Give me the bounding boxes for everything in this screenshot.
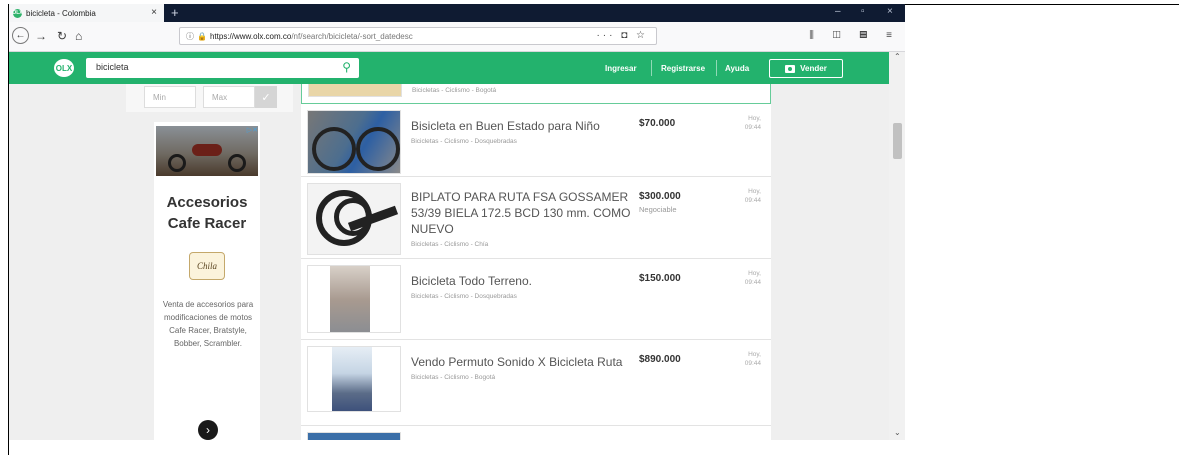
window-close-icon[interactable]: × <box>887 6 893 17</box>
search-input-value: bicicleta <box>96 62 129 72</box>
min-price-input[interactable]: Min <box>144 86 196 108</box>
ad-title-line1: Accesorios <box>166 194 248 211</box>
list-item[interactable]: Bisicleta en Buen Estado para Niño Bicic… <box>301 104 771 177</box>
list-item[interactable]: Bicicleta Todo Terreno. Bicicletas - Cic… <box>301 259 771 340</box>
listing-price: $300.000 <box>639 191 681 202</box>
listing-date: Hoy, 09:44 <box>744 270 761 286</box>
negotiable-label: Negociable <box>639 205 677 214</box>
reload-icon[interactable]: ↻ <box>57 29 67 43</box>
adchoices-icon[interactable]: ▷✕ <box>247 126 258 134</box>
ad-brand-logo: Chila <box>189 252 225 280</box>
listing-price: $150.000 <box>639 273 681 284</box>
listing-thumbnail[interactable] <box>307 432 401 440</box>
tab-title: bicicleta - Colombia <box>26 8 96 18</box>
tab-close-icon[interactable]: × <box>151 7 157 18</box>
search-input[interactable]: bicicleta ⚲ <box>86 58 359 78</box>
info-icon[interactable]: ⓘ <box>186 31 194 42</box>
ad-motorcycle-image <box>156 126 258 176</box>
listing-date: Hoy, 09:44 <box>744 351 761 367</box>
listing-thumbnail[interactable] <box>307 110 401 174</box>
list-item[interactable]: Vendo Permuto Sonido X Bicicleta Ruta Bi… <box>301 340 771 426</box>
listing-category: Bicicletas - Ciclismo - Dosquebradas <box>411 293 517 300</box>
page-border-line <box>905 4 1179 5</box>
address-bar[interactable]: ⓘ 🔒 https://www.olx.com.co /nf/search/bi… <box>179 27 657 45</box>
olx-favicon-icon: OLX <box>12 8 23 18</box>
olx-header: OLX bicicleta ⚲ Ingresar Registrarse Ayu… <box>9 52 889 84</box>
olx-logo[interactable]: OLX <box>54 59 74 77</box>
listing-category: Bicicletas - Ciclismo - Chía <box>411 241 489 248</box>
listing-thumbnail[interactable] <box>308 84 402 97</box>
listing-title[interactable]: Bisicleta en Buen Estado para Niño <box>411 118 600 134</box>
minimize-icon[interactable]: – <box>835 6 841 17</box>
listing-thumbnail[interactable] <box>307 346 401 412</box>
toolbar-icons[interactable]: ⫼ ◫ ▤ ≡ <box>809 30 900 41</box>
listing-thumbnail[interactable] <box>307 265 401 333</box>
page-border-tick <box>8 440 9 455</box>
listing-price: $70.000 <box>639 118 676 129</box>
url-path: /nf/search/bicicleta/-sort_datedesc <box>291 31 413 41</box>
listing-category: Bicicletas - Ciclismo - Bogotá <box>411 374 496 381</box>
register-link[interactable]: Registrarse <box>661 64 705 73</box>
ad-title-line2: Cafe Racer <box>167 215 247 232</box>
maximize-icon[interactable]: ▫ <box>861 6 865 17</box>
listing-results: Bicicletas - Ciclismo - Bogotá Bisicleta… <box>301 84 771 440</box>
listing-title[interactable]: Vendo Permuto Sonido X Bicicleta Ruta <box>411 354 622 370</box>
page-actions-icon[interactable]: ··· ◘ ☆ <box>596 30 648 41</box>
url-host: https://www.olx.com.co <box>209 31 292 41</box>
camera-icon <box>785 64 796 73</box>
page-scrollbar[interactable]: ⌃ ⌄ <box>889 52 905 440</box>
ad-body: Venta de accesorios para modificaciones … <box>162 300 254 348</box>
header-divider <box>651 60 652 76</box>
apply-filter-button[interactable]: ✓ <box>255 86 277 108</box>
tab-bar: OLX bicicleta - Colombia × + – ▫ × <box>9 4 905 22</box>
new-tab-icon[interactable]: + <box>171 5 179 20</box>
listing-title[interactable]: BIPLATO PARA RUTA FSA GOSSAMER 53/39 BIE… <box>411 189 631 237</box>
browser-tab[interactable]: OLX bicicleta - Colombia × <box>9 4 164 22</box>
home-icon[interactable]: ⌂ <box>75 29 82 43</box>
listing-category: Bicicletas - Ciclismo - Dosquebradas <box>411 138 517 145</box>
listing-date: Hoy, 09:44 <box>744 115 761 131</box>
navigation-bar: ← → ↻ ⌂ ⓘ 🔒 https://www.olx.com.co /nf/s… <box>9 22 905 52</box>
listing-date: Hoy, 09:44 <box>744 188 761 204</box>
lock-icon: 🔒 <box>197 31 207 41</box>
scroll-down-icon[interactable]: ⌄ <box>894 428 901 437</box>
browser-window: OLX bicicleta - Colombia × + – ▫ × ← → ↻… <box>8 4 905 440</box>
listing-category: Bicicletas - Ciclismo - Bogotá <box>412 87 497 94</box>
listing-title[interactable]: Bicicleta Todo Terreno. <box>411 273 532 289</box>
listing-thumbnail[interactable] <box>307 183 401 255</box>
sidebar-ad[interactable]: ▷✕ Accesorios Cafe Racer Chila Venta de … <box>154 122 260 440</box>
header-divider <box>716 60 717 76</box>
help-link[interactable]: Ayuda <box>725 64 749 73</box>
search-icon[interactable]: ⚲ <box>342 60 351 74</box>
page-content: Min Max ✓ ▷✕ Accesorios Cafe Racer Chila… <box>9 84 889 440</box>
sell-button[interactable]: Vender <box>769 59 843 78</box>
login-link[interactable]: Ingresar <box>605 64 637 73</box>
chevron-right-icon[interactable]: › <box>198 420 218 440</box>
list-item[interactable] <box>301 426 771 440</box>
scrollbar-thumb[interactable] <box>893 123 902 159</box>
list-item[interactable]: Bicicletas - Ciclismo - Bogotá <box>301 84 771 104</box>
scroll-up-icon[interactable]: ⌃ <box>894 52 901 61</box>
list-item[interactable]: BIPLATO PARA RUTA FSA GOSSAMER 53/39 BIE… <box>301 177 771 259</box>
ad-title: Accesorios Cafe Racer <box>154 192 260 234</box>
max-price-input[interactable]: Max <box>203 86 255 108</box>
sell-button-label: Vender <box>800 64 827 73</box>
listing-price: $890.000 <box>639 354 681 365</box>
forward-arrow-icon[interactable]: → <box>35 29 47 43</box>
back-arrow-icon[interactable]: ← <box>12 27 29 44</box>
